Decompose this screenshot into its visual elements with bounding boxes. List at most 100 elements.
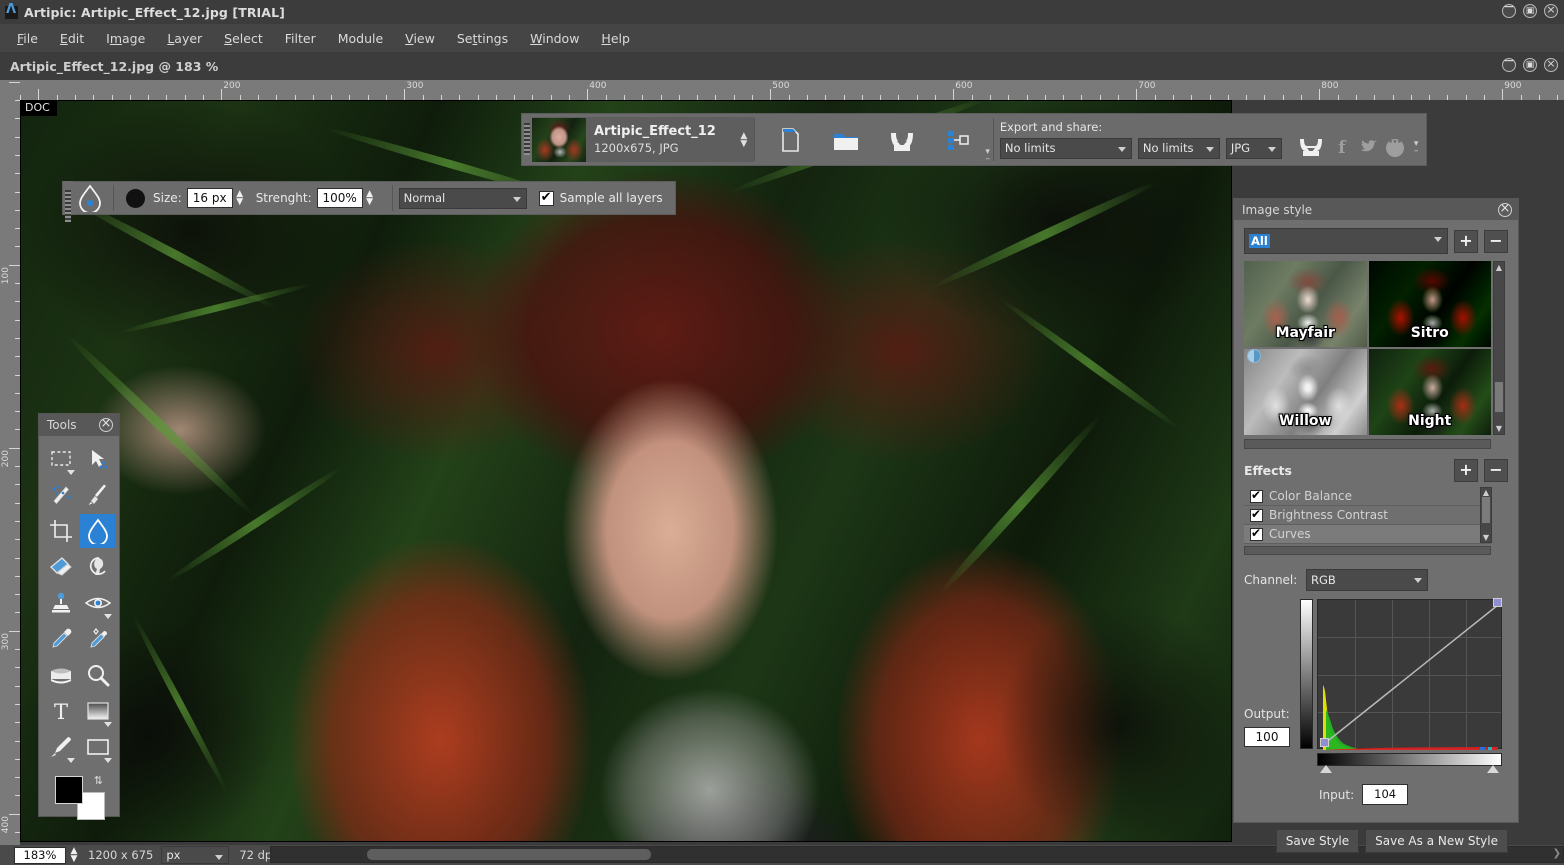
rectangular-marquee-tool[interactable] [43, 442, 78, 476]
scrollbar-thumb[interactable] [1482, 497, 1490, 523]
tools-panel-close-button[interactable] [99, 416, 113, 432]
input-black-marker[interactable] [1320, 765, 1332, 773]
effects-horizontal-scrollbar[interactable] [1244, 546, 1491, 555]
shape-tool[interactable] [80, 730, 115, 764]
zoom-tool[interactable] [80, 658, 115, 692]
tool-options-drag-handle[interactable] [63, 181, 73, 222]
scrollbar-thumb[interactable] [367, 849, 651, 860]
unit-select[interactable]: px [161, 846, 230, 864]
paint-bucket-tool[interactable] [43, 658, 78, 692]
brush-size-spinner[interactable]: ▲ ▼ [234, 190, 246, 207]
add-effect-button[interactable]: + [1454, 459, 1478, 482]
export-icon[interactable] [1298, 137, 1324, 159]
export-format-select[interactable]: JPG [1225, 137, 1282, 159]
pen-tool[interactable] [43, 730, 78, 764]
export-quality-limit-select[interactable]: No limits [1137, 137, 1220, 159]
red-eye-tool[interactable] [80, 586, 115, 620]
toolbar-overflow-icon[interactable]: ▾ – [985, 148, 990, 164]
twitter-icon[interactable] [1358, 138, 1378, 159]
crop-tool[interactable] [43, 514, 78, 548]
eyedropper-tool[interactable] [43, 622, 78, 656]
curve-point-highlight[interactable] [1493, 598, 1502, 607]
stamp-tool[interactable] [43, 586, 78, 620]
menu-edit[interactable]: Edit [49, 27, 95, 50]
clone-stamp-tool[interactable] [80, 550, 115, 584]
menu-module[interactable]: Module [327, 27, 394, 50]
batch-organize-icon[interactable] [943, 125, 973, 155]
tools-panel-title-bar[interactable]: Tools [39, 414, 119, 436]
minimize-button[interactable]: − [1502, 0, 1516, 18]
save-as-new-style-button[interactable]: Save As a New Style [1365, 829, 1508, 853]
input-white-marker[interactable] [1487, 765, 1499, 773]
export-size-limit-select[interactable]: No limits [999, 137, 1132, 159]
eraser-tool[interactable] [43, 550, 78, 584]
document-close-button[interactable]: × [1544, 58, 1558, 72]
save-icon[interactable] [887, 125, 917, 155]
move-tool[interactable] [80, 442, 115, 476]
new-document-icon[interactable] [775, 125, 805, 155]
effect-checkbox[interactable] [1250, 488, 1263, 503]
image-style-close-button[interactable] [1498, 201, 1512, 217]
horizontal-ruler[interactable]: 200 300 400 500 600 700 800 900 [0, 80, 1564, 100]
text-tool[interactable]: T [43, 694, 78, 728]
save-style-button[interactable]: Save Style [1275, 829, 1360, 853]
curve-point-shadow[interactable] [1320, 738, 1329, 747]
magic-wand-tool[interactable] [43, 478, 78, 512]
style-compare-badge[interactable] [1247, 349, 1261, 363]
brush-size-input[interactable] [186, 188, 233, 208]
brush-tip-swatch[interactable] [126, 188, 145, 208]
effects-vertical-scrollbar[interactable]: ▲ ▼ [1480, 487, 1492, 543]
remove-effect-button[interactable]: − [1484, 459, 1508, 482]
current-file-info[interactable]: Artipic_Effect_12 1200x675, JPG ▲ ▼ [532, 117, 754, 162]
menu-window[interactable]: Window [519, 27, 590, 50]
toolbar-drag-handle[interactable] [522, 114, 532, 165]
color-replace-tool[interactable] [80, 622, 115, 656]
more-share-icon[interactable]: ⋯ [1385, 135, 1404, 157]
effect-item-brightness-contrast[interactable]: Brightness Contrast [1244, 506, 1491, 525]
swap-colors-icon[interactable]: ⇅ [94, 774, 103, 787]
export-overflow-icon[interactable]: ▾ – [1414, 140, 1419, 156]
remove-style-button[interactable]: − [1484, 229, 1508, 253]
styles-horizontal-scrollbar[interactable] [1244, 439, 1491, 449]
menu-image[interactable]: Image [95, 27, 156, 50]
menu-select[interactable]: Select [213, 27, 274, 50]
foreground-color-swatch[interactable] [55, 776, 83, 804]
style-filter-select[interactable]: All [1244, 228, 1448, 254]
effect-item-curves[interactable]: Curves [1244, 525, 1491, 544]
blend-mode-select[interactable]: Normal [398, 187, 527, 209]
style-tile-mayfair[interactable]: Mayfair [1244, 261, 1367, 347]
output-value[interactable]: 100 [1244, 727, 1290, 747]
input-value[interactable]: 104 [1362, 784, 1409, 805]
zoom-level-field[interactable]: 183% [14, 846, 66, 864]
open-folder-icon[interactable] [831, 125, 861, 155]
gradient-tool[interactable] [80, 694, 115, 728]
channel-select[interactable]: RGB [1306, 569, 1428, 591]
effect-item-color-balance[interactable]: Color Balance [1244, 487, 1491, 506]
effect-checkbox[interactable] [1250, 526, 1263, 541]
styles-vertical-scrollbar[interactable]: ▲ ▼ [1493, 261, 1505, 435]
menu-layer[interactable]: Layer [156, 27, 213, 50]
facebook-icon[interactable]: f [1334, 138, 1350, 158]
scrollbar-thumb[interactable] [1495, 382, 1503, 412]
menu-view[interactable]: View [394, 27, 446, 50]
blur-tool[interactable] [80, 514, 115, 548]
file-selector-spinner[interactable]: ▲ ▼ [738, 131, 750, 148]
style-tile-sitro[interactable]: Sitro [1368, 261, 1491, 347]
style-tile-night[interactable]: Night [1368, 349, 1491, 435]
paintbrush-tool[interactable] [80, 478, 115, 512]
sample-all-layers-checkbox[interactable] [538, 190, 554, 206]
image-style-title-bar[interactable]: Image style [1234, 199, 1518, 220]
curves-graph[interactable] [1317, 598, 1502, 750]
zoom-spinner[interactable]: ▲ ▼ [68, 847, 80, 864]
style-tile-willow[interactable]: Willow [1244, 349, 1367, 435]
add-style-button[interactable]: + [1454, 229, 1478, 253]
menu-settings[interactable]: Settings [446, 27, 519, 50]
brush-strength-spinner[interactable]: ▲ ▼ [364, 190, 376, 207]
menu-help[interactable]: Help [590, 27, 641, 50]
effect-checkbox[interactable] [1250, 507, 1263, 522]
maximize-button[interactable]: ▣ [1523, 4, 1537, 18]
document-maximize-button[interactable]: ▣ [1523, 58, 1537, 72]
menu-filter[interactable]: Filter [274, 27, 327, 50]
vertical-ruler[interactable]: 100 200 300 400 [0, 80, 20, 845]
document-minimize-button[interactable]: − [1502, 54, 1516, 72]
